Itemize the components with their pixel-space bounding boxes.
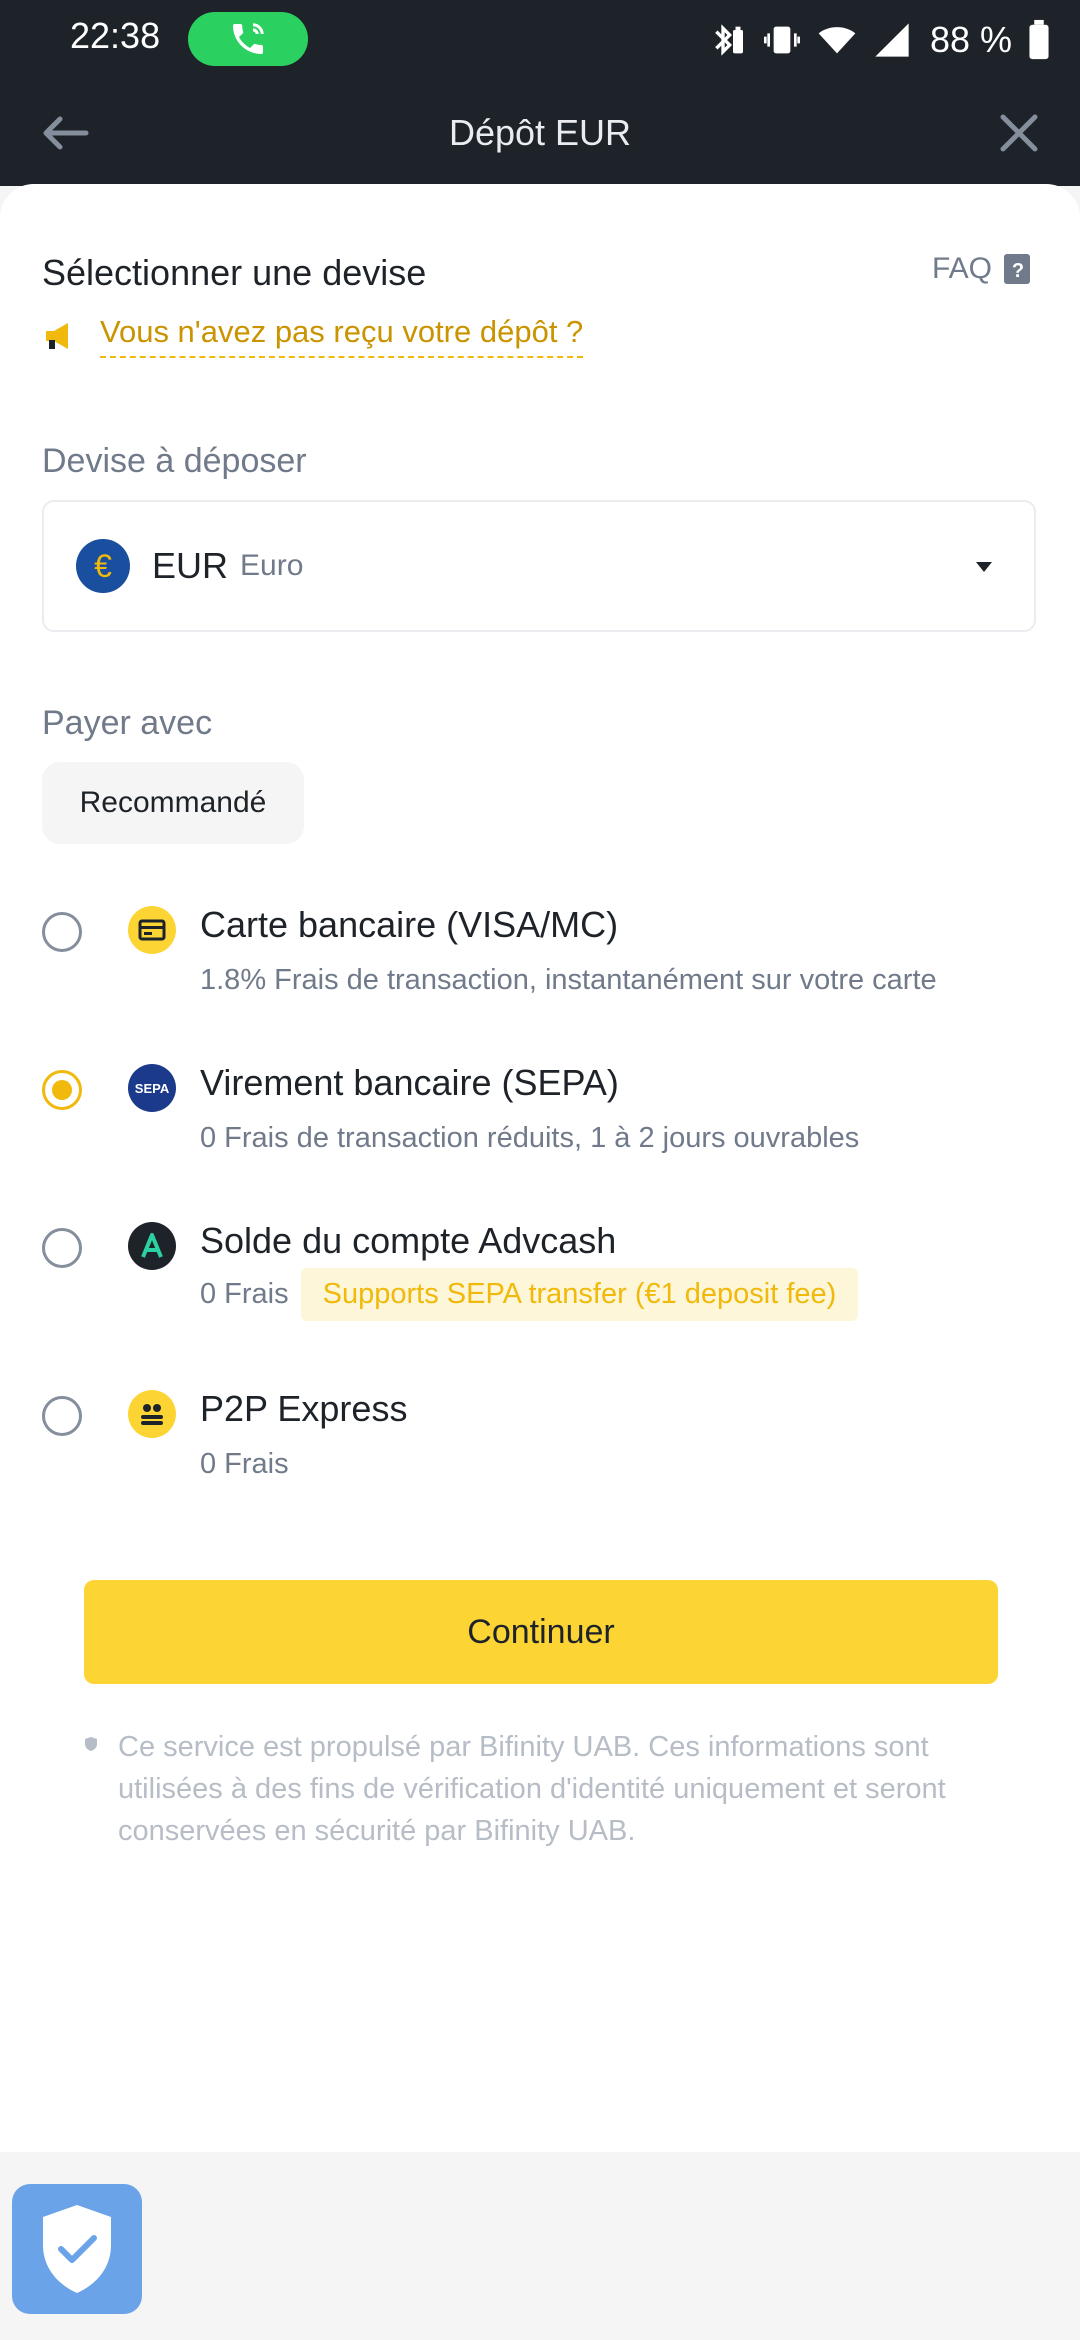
sepa-icon: SEPA	[128, 1064, 176, 1112]
option-title: Solde du compte Advcash	[200, 1220, 617, 1261]
euro-icon: €	[76, 539, 130, 593]
faq-label: FAQ	[931, 252, 992, 285]
recommended-chip[interactable]: Recommandé	[42, 762, 304, 844]
phone-call-icon	[233, 23, 264, 54]
megaphone-icon	[46, 323, 68, 349]
caret-down-icon	[976, 562, 992, 572]
disclaimer-text: Ce service est propulsé par Bifinity UAB…	[118, 1731, 946, 1847]
deposit-not-received-notice[interactable]: Vous n'avez pas reçu votre dépôt ?	[42, 314, 584, 358]
shield-check-icon	[43, 2205, 111, 2293]
option-desc: 0 Frais de transaction réduits, 1 à 2 jo…	[200, 1122, 860, 1154]
wifi-icon	[818, 27, 856, 54]
currency-code: EUR	[152, 545, 229, 586]
disclaimer: Ce service est propulsé par Bifinity UAB…	[84, 1726, 1014, 1852]
status-time: 22:38	[70, 15, 161, 56]
option-desc-row: 0 Frais Supports SEPA transfer (€1 depos…	[200, 1268, 859, 1321]
option-title: Virement bancaire (SEPA)	[200, 1062, 619, 1103]
status-icons: 88 %	[708, 12, 1052, 68]
option-title: Carte bancaire (VISA/MC)	[200, 904, 619, 945]
faq-link[interactable]: FAQ ?	[932, 252, 1032, 286]
bluetooth-battery-icon	[715, 24, 743, 56]
close-icon	[1000, 114, 1038, 152]
sepa-support-badge: Supports SEPA transfer (€1 deposit fee)	[300, 1268, 859, 1321]
sepa-icon-text: SEPA	[134, 1080, 170, 1096]
continue-button[interactable]: Continuer	[84, 1580, 998, 1684]
notice-link[interactable]: Vous n'avez pas reçu votre dépôt ?	[100, 314, 584, 358]
faq-book-icon: ?	[1004, 254, 1030, 284]
option-title: P2P Express	[200, 1388, 408, 1429]
battery-percent: 88 %	[929, 19, 1012, 60]
signal-icon	[875, 23, 909, 57]
page-title: Dépôt EUR	[448, 112, 632, 153]
status-bar: 22:38 88 %	[0, 0, 1080, 80]
vibrate-icon	[763, 26, 800, 54]
battery-icon	[1029, 19, 1049, 60]
currency-label: Devise à déposer	[42, 442, 307, 480]
option-desc: 0 Frais	[200, 1448, 289, 1480]
advcash-logo-icon	[128, 1222, 176, 1270]
p2p-users-icon	[128, 1390, 176, 1438]
option-desc: 0 Frais	[200, 1278, 289, 1310]
radio-card[interactable]	[42, 912, 82, 952]
svg-text:?: ?	[1012, 260, 1024, 282]
radio-p2p[interactable]	[42, 1396, 82, 1436]
close-button[interactable]	[986, 104, 1052, 162]
currency-select[interactable]: € EUR Euro	[42, 500, 1036, 632]
radio-sepa[interactable]	[42, 1070, 82, 1110]
radio-advcash[interactable]	[42, 1228, 82, 1268]
credit-card-icon	[128, 906, 176, 954]
section-title: Sélectionner une devise	[42, 252, 427, 293]
option-desc: 1.8% Frais de transaction, instantanémen…	[200, 964, 937, 996]
ongoing-call-indicator[interactable]	[188, 12, 308, 66]
pay-with-label: Payer avec	[42, 704, 213, 742]
bottom-area	[0, 2152, 1080, 2340]
security-shield-button[interactable]	[12, 2184, 142, 2314]
app-header: Dépôt EUR	[0, 80, 1080, 186]
deposit-sheet: Sélectionner une devise FAQ ? Vous n'ave…	[0, 184, 1080, 2152]
shield-small-icon	[85, 1737, 97, 1751]
currency-name: Euro	[240, 549, 304, 582]
